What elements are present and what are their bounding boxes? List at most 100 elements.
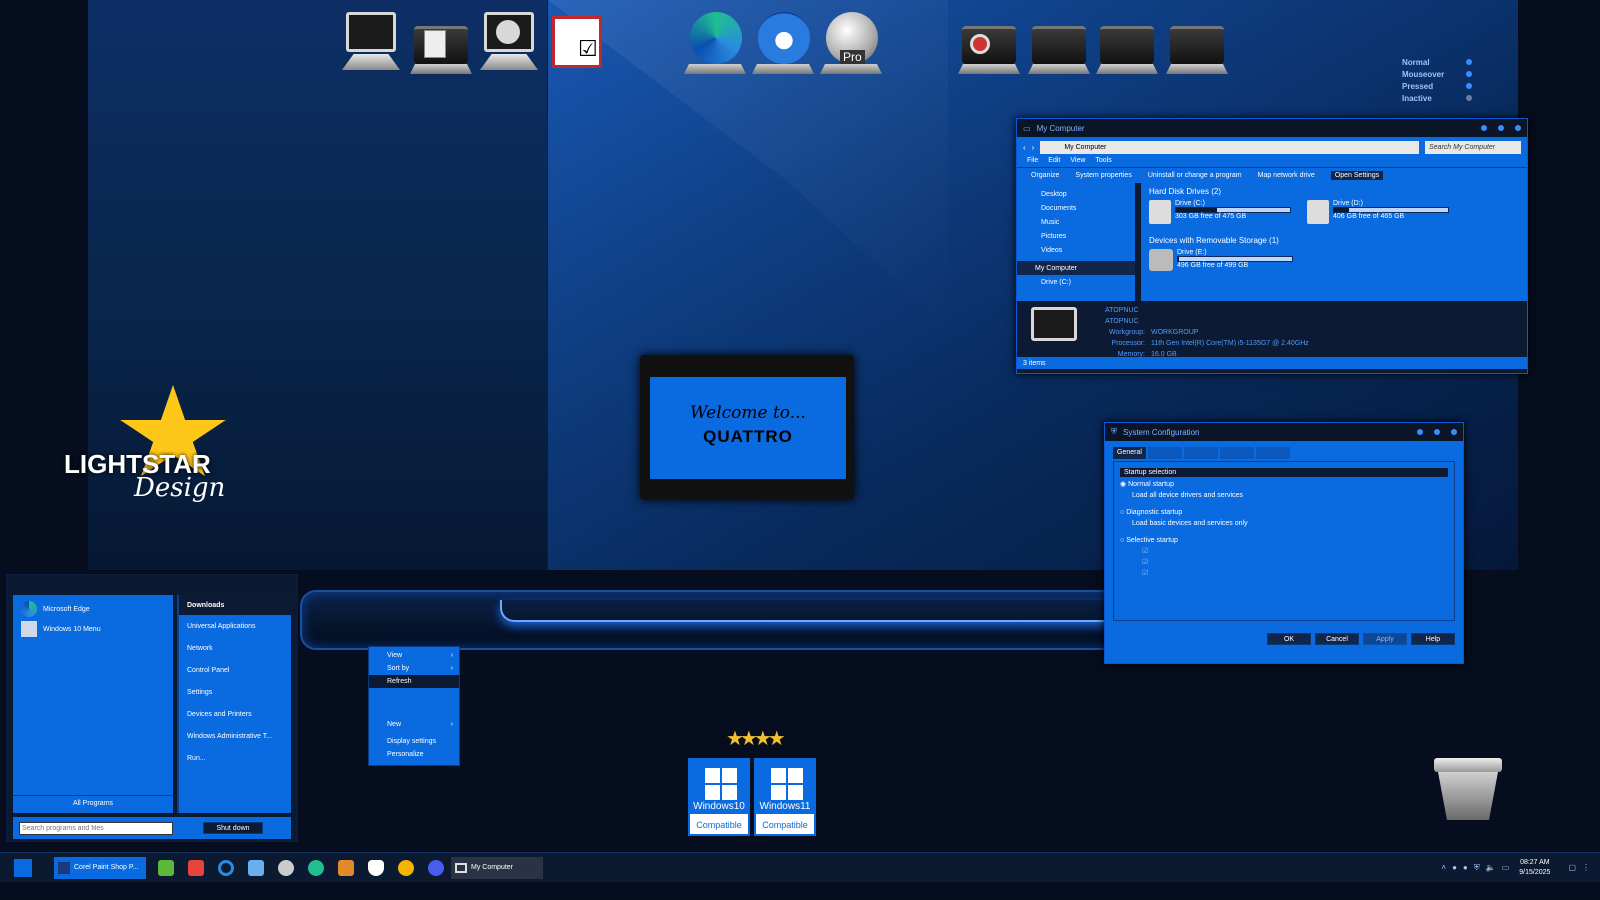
start-admin-tools[interactable]: Windows Administrative T... <box>179 725 291 747</box>
start-run[interactable]: Run... <box>179 747 291 769</box>
clock-date[interactable]: 9/15/2025 <box>1519 868 1550 878</box>
nav-pictures[interactable]: Pictures <box>1017 229 1135 243</box>
start-network[interactable]: Network <box>179 637 291 659</box>
show-desktop-icon[interactable]: ⋮ <box>1582 863 1590 872</box>
tray-chevron-icon[interactable]: ˄ <box>1441 863 1446 872</box>
taskbar-app-icon-7[interactable] <box>428 859 444 876</box>
tab-boot[interactable] <box>1147 447 1182 459</box>
drive-icon-1[interactable] <box>1028 10 1090 74</box>
taskbar-edge-icon[interactable] <box>308 859 324 876</box>
drive-e-item[interactable]: Drive (E:) 496 GB free of 499 GB <box>1149 249 1519 271</box>
computer-icon[interactable] <box>340 10 402 74</box>
printer-icon[interactable] <box>410 10 472 74</box>
google-earth-pro-icon[interactable]: Pro <box>820 10 882 74</box>
start-control-panel[interactable]: Control Panel <box>179 659 291 681</box>
my-computer-window[interactable]: ▭ My Computer ‹ › My Computer Search My Co… <box>1016 118 1528 374</box>
help-button[interactable]: Help <box>1411 633 1455 645</box>
minimize-button[interactable] <box>1481 125 1487 131</box>
drive-icon-3[interactable] <box>1166 10 1228 74</box>
tray-network-icon[interactable]: ▭ <box>1502 863 1510 872</box>
minimize-button[interactable] <box>1417 429 1423 435</box>
ok-button[interactable]: OK <box>1267 633 1311 645</box>
forward-arrow-icon[interactable]: › <box>1032 143 1035 152</box>
taskbar-app-icon-2[interactable] <box>188 859 204 876</box>
back-arrow-icon[interactable]: ‹ <box>1023 143 1026 152</box>
ctx-sort-by[interactable]: Sort by › <box>369 662 459 675</box>
tab-general[interactable]: General <box>1113 447 1146 459</box>
cancel-button[interactable]: Cancel <box>1315 633 1359 645</box>
ctx-view[interactable]: View › <box>369 649 459 662</box>
pinned-windows10-menu[interactable]: Windows 10 Menu <box>13 619 173 639</box>
shutdown-button[interactable]: Shut down <box>203 822 263 834</box>
start-menu[interactable]: Microsoft Edge Windows 10 Menu All Progr… <box>6 574 298 842</box>
start-universal-apps[interactable]: Universal Applications <box>179 615 291 637</box>
inactive-dot-icon <box>1466 95 1472 101</box>
start-devices-printers[interactable]: Devices and Printers <box>179 703 291 725</box>
diagnostic-startup-radio[interactable]: ○ Diagnostic startup <box>1120 507 1448 518</box>
search-input[interactable]: Search My Computer <box>1425 140 1521 154</box>
nav-music[interactable]: Music <box>1017 215 1135 229</box>
clock-time[interactable]: 08:27 AM <box>1519 858 1550 868</box>
context-menu[interactable]: View › Sort by › Refresh New › Display sett… <box>368 646 460 766</box>
close-button[interactable] <box>1515 125 1521 131</box>
all-programs-button[interactable]: All Programs <box>13 795 173 807</box>
system-properties-button[interactable]: System properties <box>1075 172 1131 179</box>
ctx-personalize[interactable]: Personalize <box>369 748 459 761</box>
tray-security-icon[interactable]: ⛨ <box>1474 863 1480 873</box>
tray-app-icon-1[interactable]: ● <box>1452 863 1457 872</box>
tray-volume-icon[interactable]: 🔈 <box>1486 863 1496 872</box>
nav-documents[interactable]: Documents <box>1017 201 1135 215</box>
nav-my-computer[interactable]: My Computer <box>1017 261 1135 275</box>
nav-videos[interactable]: Videos <box>1017 243 1135 257</box>
selective-startup-radio[interactable]: ○ Selective startup <box>1120 535 1448 546</box>
tray-app-icon-2[interactable]: ● <box>1463 863 1468 872</box>
maximize-button[interactable] <box>1434 429 1440 435</box>
uninstall-button[interactable]: Uninstall or change a program <box>1148 172 1242 179</box>
normal-dot-icon <box>1466 59 1472 65</box>
notification-icon[interactable]: ▢ <box>1568 863 1576 872</box>
thunderbird-icon[interactable] <box>752 10 814 74</box>
media-drive-icon[interactable] <box>958 10 1020 74</box>
menu-edit[interactable]: Edit <box>1048 157 1060 167</box>
tab-startup[interactable] <box>1219 447 1254 459</box>
start-settings[interactable]: Settings <box>179 681 291 703</box>
start-button[interactable] <box>14 858 32 877</box>
taskbar-app-icon-6[interactable] <box>338 859 354 876</box>
network-satellite-icon[interactable] <box>478 10 540 74</box>
taskbar-app-icon-4[interactable] <box>248 859 264 876</box>
system-configuration-window[interactable]: ⛨ System Configuration General Startup se… <box>1104 422 1464 664</box>
pinned-edge[interactable]: Microsoft Edge <box>13 599 173 619</box>
menu-file[interactable]: File <box>1027 157 1038 167</box>
ctx-new[interactable]: New › <box>369 718 459 731</box>
ctx-display-settings[interactable]: Display settings <box>369 735 459 748</box>
taskbar-paintshop[interactable]: Corel Paint Shop P... <box>54 856 146 879</box>
drive-c-item[interactable]: Drive (C:) 303 GB free of 475 GB <box>1149 200 1291 230</box>
taskbar-chrome-icon[interactable] <box>398 859 414 876</box>
maximize-button[interactable] <box>1498 125 1504 131</box>
drive-icon-2[interactable] <box>1096 10 1158 74</box>
menu-tools[interactable]: Tools <box>1095 157 1111 167</box>
start-search-input[interactable] <box>19 821 173 835</box>
ctx-refresh[interactable]: Refresh <box>369 675 459 688</box>
normal-startup-radio[interactable]: ◉ Normal startup <box>1120 479 1448 490</box>
menu-view[interactable]: View <box>1070 157 1085 167</box>
open-settings-button[interactable]: Open Settings <box>1330 171 1384 180</box>
map-drive-button[interactable]: Map network drive <box>1258 172 1315 179</box>
organize-button[interactable]: Organize <box>1031 172 1059 179</box>
start-downloads[interactable]: Downloads <box>179 595 291 615</box>
tab-services[interactable] <box>1183 447 1218 459</box>
taskbar-app-icon-1[interactable] <box>158 859 174 876</box>
nav-desktop[interactable]: Desktop <box>1017 187 1135 201</box>
address-bar[interactable]: My Computer <box>1040 140 1419 154</box>
taskbar-app-icon-3[interactable] <box>218 859 234 876</box>
close-button[interactable] <box>1451 429 1457 435</box>
taskbar-my-computer[interactable]: My Computer <box>451 856 543 879</box>
recycle-bin-icon[interactable] <box>1432 758 1504 824</box>
taskbar-app-icon-5[interactable] <box>278 859 294 876</box>
taskbar-shield-icon[interactable] <box>368 859 384 876</box>
drive-d-item[interactable]: Drive (D:) 406 GB free of 465 GB <box>1307 200 1449 230</box>
task-checklist-icon[interactable]: ☑ <box>548 10 610 74</box>
nav-drive-c[interactable]: Drive (C:) <box>1017 275 1135 289</box>
tab-tools[interactable] <box>1255 447 1290 459</box>
edge-browser-icon[interactable] <box>684 10 746 74</box>
